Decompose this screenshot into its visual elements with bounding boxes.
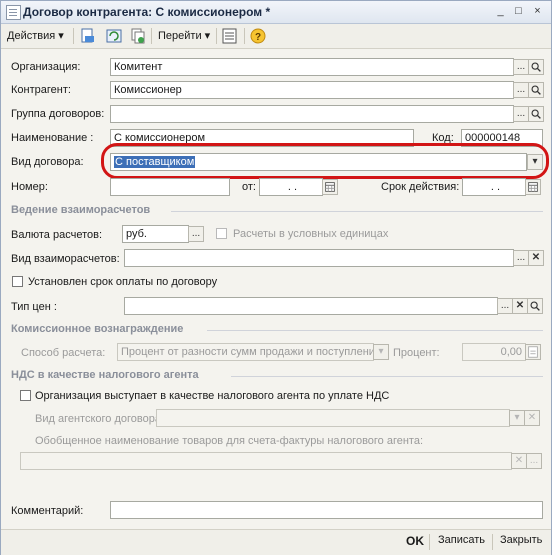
number-label: Номер: xyxy=(11,181,48,193)
percent-label: Процент: xyxy=(393,347,440,359)
clear-icon[interactable]: ✕ xyxy=(528,250,544,266)
date-from-label: от: xyxy=(242,181,256,193)
contract-group-label: Группа договоров: xyxy=(11,108,105,120)
chevron-down-icon[interactable]: ▾ xyxy=(373,344,389,360)
calc-method-label: Способ расчета: xyxy=(21,347,106,359)
clear-icon[interactable]: ✕ xyxy=(511,453,527,469)
agent-contract-type-select[interactable] xyxy=(156,409,510,427)
footer-separator xyxy=(429,534,430,550)
help-icon[interactable]: ? xyxy=(249,27,267,45)
close-window-button[interactable]: × xyxy=(530,4,545,18)
calendar-icon[interactable] xyxy=(322,179,338,195)
contractor-field[interactable]: Комиссионер xyxy=(110,81,514,99)
currency-label: Валюта расчетов: xyxy=(11,229,102,241)
toolbar-separator xyxy=(73,28,74,44)
settlement-mode-label: Вид взаиморасчетов: xyxy=(11,253,120,265)
calc-method-select[interactable]: Процент от разности сумм продажи и посту… xyxy=(117,343,374,361)
save-button[interactable]: Записать xyxy=(438,534,485,546)
refresh-icon[interactable] xyxy=(105,27,123,45)
contract-type-label: Вид договора: xyxy=(11,156,84,168)
section-divider xyxy=(171,211,543,212)
calendar-icon[interactable] xyxy=(525,179,541,195)
organization-label: Организация: xyxy=(11,61,81,73)
search-icon[interactable] xyxy=(528,106,544,122)
copy-document-icon[interactable] xyxy=(129,27,147,45)
toolbar-separator xyxy=(151,28,152,44)
goto-menu-label: Перейти xyxy=(158,30,202,42)
highlight-annotation xyxy=(101,143,549,179)
calculator-icon[interactable] xyxy=(525,344,541,360)
vat-section-title: НДС в качестве налогового агента xyxy=(11,369,199,381)
contract-window: Договор контрагента: С комиссионером * _… xyxy=(0,0,552,555)
number-field[interactable] xyxy=(110,178,230,196)
document-icon xyxy=(6,5,21,20)
validity-field[interactable]: . . xyxy=(462,178,526,196)
tax-agent-label: Организация выступает в качестве налогов… xyxy=(35,390,390,402)
comment-field[interactable] xyxy=(110,501,543,519)
price-type-label: Тип цен : xyxy=(11,301,57,313)
contractor-select-button[interactable]: ... xyxy=(513,82,529,98)
comment-label: Комментарий: xyxy=(11,505,84,517)
toolbar-separator xyxy=(244,28,245,44)
date-from-field[interactable]: . . xyxy=(259,178,323,196)
structure-icon[interactable] xyxy=(221,27,239,45)
goods-name-more-button[interactable]: ... xyxy=(526,453,542,469)
payment-term-checkbox[interactable] xyxy=(12,276,23,287)
organization-select-button[interactable]: ... xyxy=(513,59,529,75)
currency-select-button[interactable]: ... xyxy=(188,226,204,242)
contract-group-field[interactable] xyxy=(110,105,514,123)
clear-icon[interactable]: ✕ xyxy=(512,298,528,314)
contractor-label: Контрагент: xyxy=(11,84,71,96)
toolbar: Действия ▾ Перейти ▾ ? xyxy=(1,24,551,49)
name-label: Наименование : xyxy=(11,132,94,144)
tax-agent-checkbox[interactable] xyxy=(20,390,31,401)
goto-menu[interactable]: Перейти ▾ xyxy=(158,27,210,45)
payment-term-label: Установлен срок оплаты по договору xyxy=(28,276,218,288)
close-button[interactable]: Закрыть xyxy=(500,534,542,546)
footer-separator xyxy=(492,534,493,550)
section-divider xyxy=(207,330,543,331)
settlement-mode-field[interactable] xyxy=(124,249,514,267)
chevron-down-icon: ▾ xyxy=(58,30,64,42)
contract-group-select-button[interactable]: ... xyxy=(513,106,529,122)
commission-section-title: Комиссионное вознаграждение xyxy=(11,323,184,335)
organization-field[interactable]: Комитент xyxy=(110,58,514,76)
price-type-field[interactable] xyxy=(124,297,498,315)
ok-button[interactable]: OK xyxy=(406,534,424,548)
goods-name-field[interactable] xyxy=(20,452,512,470)
title-bar: Договор контрагента: С комиссионером * _… xyxy=(1,1,551,24)
chevron-down-icon: ▾ xyxy=(204,30,211,42)
section-divider xyxy=(231,376,543,377)
search-icon[interactable] xyxy=(527,298,543,314)
post-document-icon[interactable] xyxy=(79,27,97,45)
toolbar-separator xyxy=(216,28,217,44)
clear-icon[interactable]: ✕ xyxy=(524,410,540,426)
maximize-button[interactable]: □ xyxy=(511,4,526,18)
help-glyph: ? xyxy=(255,32,261,43)
actions-menu[interactable]: Действия ▾ xyxy=(7,27,64,45)
goods-name-label: Обобщенное наименование товаров для счет… xyxy=(35,435,424,447)
minimize-button[interactable]: _ xyxy=(493,4,508,18)
footer-bar: OK Записать Закрыть xyxy=(1,529,551,555)
settlement-mode-select-button[interactable]: ... xyxy=(513,250,529,266)
window-title: Договор контрагента: С комиссионером * xyxy=(23,5,271,19)
validity-label: Срок действия: xyxy=(381,181,460,193)
conditional-units-label: Расчеты в условных единицах xyxy=(233,228,389,240)
search-icon[interactable] xyxy=(528,59,544,75)
currency-field[interactable]: руб. xyxy=(122,225,189,243)
actions-menu-label: Действия xyxy=(7,30,56,42)
agent-contract-type-label: Вид агентского договора: xyxy=(35,413,165,425)
price-type-select-button[interactable]: ... xyxy=(497,298,513,314)
conditional-units-checkbox[interactable] xyxy=(216,228,227,239)
settlements-section-title: Ведение взаиморасчетов xyxy=(11,204,151,216)
percent-field[interactable]: 0,00 xyxy=(462,343,526,361)
chevron-down-icon[interactable]: ▾ xyxy=(509,410,525,426)
search-icon[interactable] xyxy=(528,82,544,98)
